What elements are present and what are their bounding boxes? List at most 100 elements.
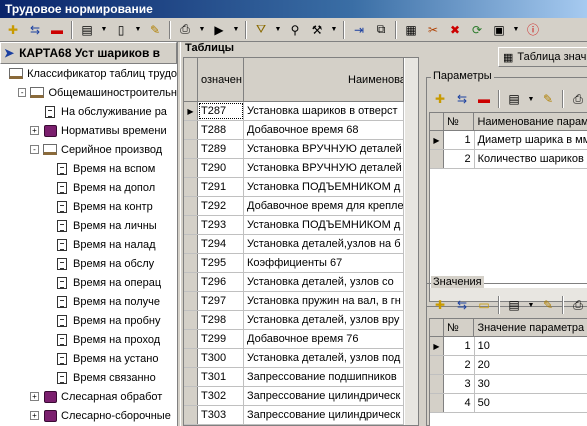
table-row[interactable]: ▶ 1 10 xyxy=(430,337,587,356)
row-indicator[interactable] xyxy=(184,292,198,310)
edit-icon[interactable]: ▤ xyxy=(504,89,524,109)
row-indicator[interactable] xyxy=(430,375,444,393)
add-icon[interactable]: ✚ xyxy=(430,295,450,315)
cell-code[interactable]: Т303 xyxy=(198,406,244,424)
cancel-icon[interactable]: ✖ xyxy=(445,20,465,40)
cell-param-name[interactable]: Количество шариков д xyxy=(475,150,587,168)
row-indicator[interactable] xyxy=(184,406,198,424)
cell-name[interactable]: Добавочное время 68 xyxy=(244,121,404,139)
row-indicator[interactable] xyxy=(184,273,198,291)
cell-code[interactable]: Т300 xyxy=(198,349,244,367)
row-indicator[interactable] xyxy=(184,387,198,405)
cell-code[interactable]: Т289 xyxy=(198,140,244,158)
pin-icon[interactable]: ➤ xyxy=(4,46,14,60)
edit-icon[interactable]: ▤ xyxy=(77,20,97,40)
row-indicator[interactable] xyxy=(184,368,198,386)
row-indicator[interactable] xyxy=(184,254,198,272)
cell-number[interactable]: 4 xyxy=(444,394,475,412)
tree-item[interactable]: + Слесарно-сборочные xyxy=(0,406,177,425)
cell-code[interactable]: Т297 xyxy=(198,292,244,310)
cell-number[interactable]: 1 xyxy=(444,131,475,149)
print-icon[interactable]: ⎙ xyxy=(175,20,195,40)
delete-icon[interactable]: ▬ xyxy=(474,89,494,109)
copy-icon[interactable]: ⧉ xyxy=(371,20,391,40)
cell-code[interactable]: Т287 xyxy=(198,102,244,120)
table-row[interactable]: Т299 Добавочное время 76 xyxy=(184,330,418,349)
table-row[interactable]: Т302 Запрессование цилиндрическ xyxy=(184,387,418,406)
table-row[interactable]: ▶ 1 Диаметр шарика в мм xyxy=(430,131,587,150)
tree-item[interactable]: + Слесарная обработ xyxy=(0,387,177,406)
cell-param-value[interactable]: 50 xyxy=(475,394,587,412)
col-value-header[interactable]: Значение параметра xyxy=(474,319,587,336)
cell-param-value[interactable]: 30 xyxy=(475,375,587,393)
tree-item[interactable]: Время на операц xyxy=(0,273,177,292)
export-icon[interactable]: ⇥ xyxy=(349,20,369,40)
row-indicator[interactable] xyxy=(430,394,444,412)
row-indicator[interactable] xyxy=(430,150,444,168)
folder-icon[interactable]: ▭ xyxy=(474,295,494,315)
cell-code[interactable]: Т302 xyxy=(198,387,244,405)
table-row[interactable]: 4 50 xyxy=(430,394,587,413)
collapse-icon[interactable]: - xyxy=(18,88,27,97)
cell-code[interactable]: Т301 xyxy=(198,368,244,386)
collapse-icon[interactable]: - xyxy=(30,145,39,154)
tree-item[interactable]: Время на вспом xyxy=(0,159,177,178)
paste-icon[interactable]: ▦ xyxy=(401,20,421,40)
row-indicator[interactable] xyxy=(184,159,198,177)
table-row[interactable]: 2 20 xyxy=(430,356,587,375)
cell-name[interactable]: Установка деталей,узлов на б xyxy=(244,235,404,253)
cell-name[interactable]: Запрессование цилиндрическ xyxy=(244,387,404,405)
table-row[interactable]: Т303 Запрессование цилиндрическ xyxy=(184,406,418,425)
table-row[interactable]: Т296 Установка деталей, узлов со xyxy=(184,273,418,292)
tree-item[interactable]: Время на получе xyxy=(0,292,177,311)
expand-icon[interactable]: + xyxy=(30,126,39,135)
print-icon[interactable]: ⎙ xyxy=(568,89,587,109)
table-row[interactable]: Т300 Установка деталей, узлов под xyxy=(184,349,418,368)
tree-item[interactable]: Время на налад xyxy=(0,235,177,254)
cell-code[interactable]: Т294 xyxy=(198,235,244,253)
table-row[interactable]: Т294 Установка деталей,узлов на б xyxy=(184,235,418,254)
cell-name[interactable]: Установка ПОДЪЕМНИКОМ д xyxy=(244,178,404,196)
table-row[interactable]: Т301 Запрессование подшипников xyxy=(184,368,418,387)
cell-param-value[interactable]: 10 xyxy=(475,337,587,355)
expand-icon[interactable]: + xyxy=(30,392,39,401)
chevron-down-icon[interactable]: ▼ xyxy=(133,20,143,40)
cell-code[interactable]: Т292 xyxy=(198,197,244,215)
table-row[interactable]: 2 Количество шариков д xyxy=(430,150,587,169)
expand-icon[interactable]: + xyxy=(30,411,39,420)
tools-icon[interactable]: ⚒ xyxy=(307,20,327,40)
col-param-name-header[interactable]: Наименование параме xyxy=(474,113,587,130)
table-row[interactable]: Т291 Установка ПОДЪЕМНИКОМ д xyxy=(184,178,418,197)
col-name-header[interactable]: Наименован xyxy=(244,58,404,101)
cell-name[interactable]: Установка деталей, узлов со xyxy=(244,273,404,291)
add-icon[interactable]: ✚ xyxy=(3,20,23,40)
add-copy-icon[interactable]: ⇆ xyxy=(452,89,472,109)
info-icon[interactable]: ⓘ xyxy=(523,20,543,40)
cell-name[interactable]: Коэффициенты 67 xyxy=(244,254,404,272)
table-row[interactable]: Т290 Установка ВРУЧНУЮ деталей xyxy=(184,159,418,178)
find-icon[interactable]: ⚲ xyxy=(285,20,305,40)
cell-name[interactable]: Установка шариков в отверст xyxy=(244,102,404,120)
refresh-icon[interactable]: ⟳ xyxy=(467,20,487,40)
print-icon[interactable]: ⎙ xyxy=(568,295,587,315)
chevron-down-icon[interactable]: ▼ xyxy=(231,20,241,40)
pin-icon[interactable]: ✎ xyxy=(145,20,165,40)
col-code-header[interactable]: означен xyxy=(198,58,244,101)
cell-param-value[interactable]: 20 xyxy=(475,356,587,374)
cell-number[interactable]: 1 xyxy=(444,337,475,355)
tree-item[interactable]: Время на личны xyxy=(0,216,177,235)
cell-name[interactable]: Установка ПОДЪЕМНИКОМ д xyxy=(244,216,404,234)
delete-icon[interactable]: ▬ xyxy=(47,20,67,40)
cell-code[interactable]: Т293 xyxy=(198,216,244,234)
tree-item[interactable]: Время на проход xyxy=(0,330,177,349)
cell-name[interactable]: Установка деталей, узлов под xyxy=(244,349,404,367)
cell-code[interactable]: Т291 xyxy=(198,178,244,196)
cell-number[interactable]: 3 xyxy=(444,375,475,393)
row-indicator[interactable] xyxy=(184,311,198,329)
cell-name[interactable]: Установка пружин на вал, в гн xyxy=(244,292,404,310)
tree-item[interactable]: Время на обслу xyxy=(0,254,177,273)
table-row[interactable]: 3 30 xyxy=(430,375,587,394)
cell-code[interactable]: Т295 xyxy=(198,254,244,272)
cell-code[interactable]: Т298 xyxy=(198,311,244,329)
cell-name[interactable]: Добавочное время 76 xyxy=(244,330,404,348)
